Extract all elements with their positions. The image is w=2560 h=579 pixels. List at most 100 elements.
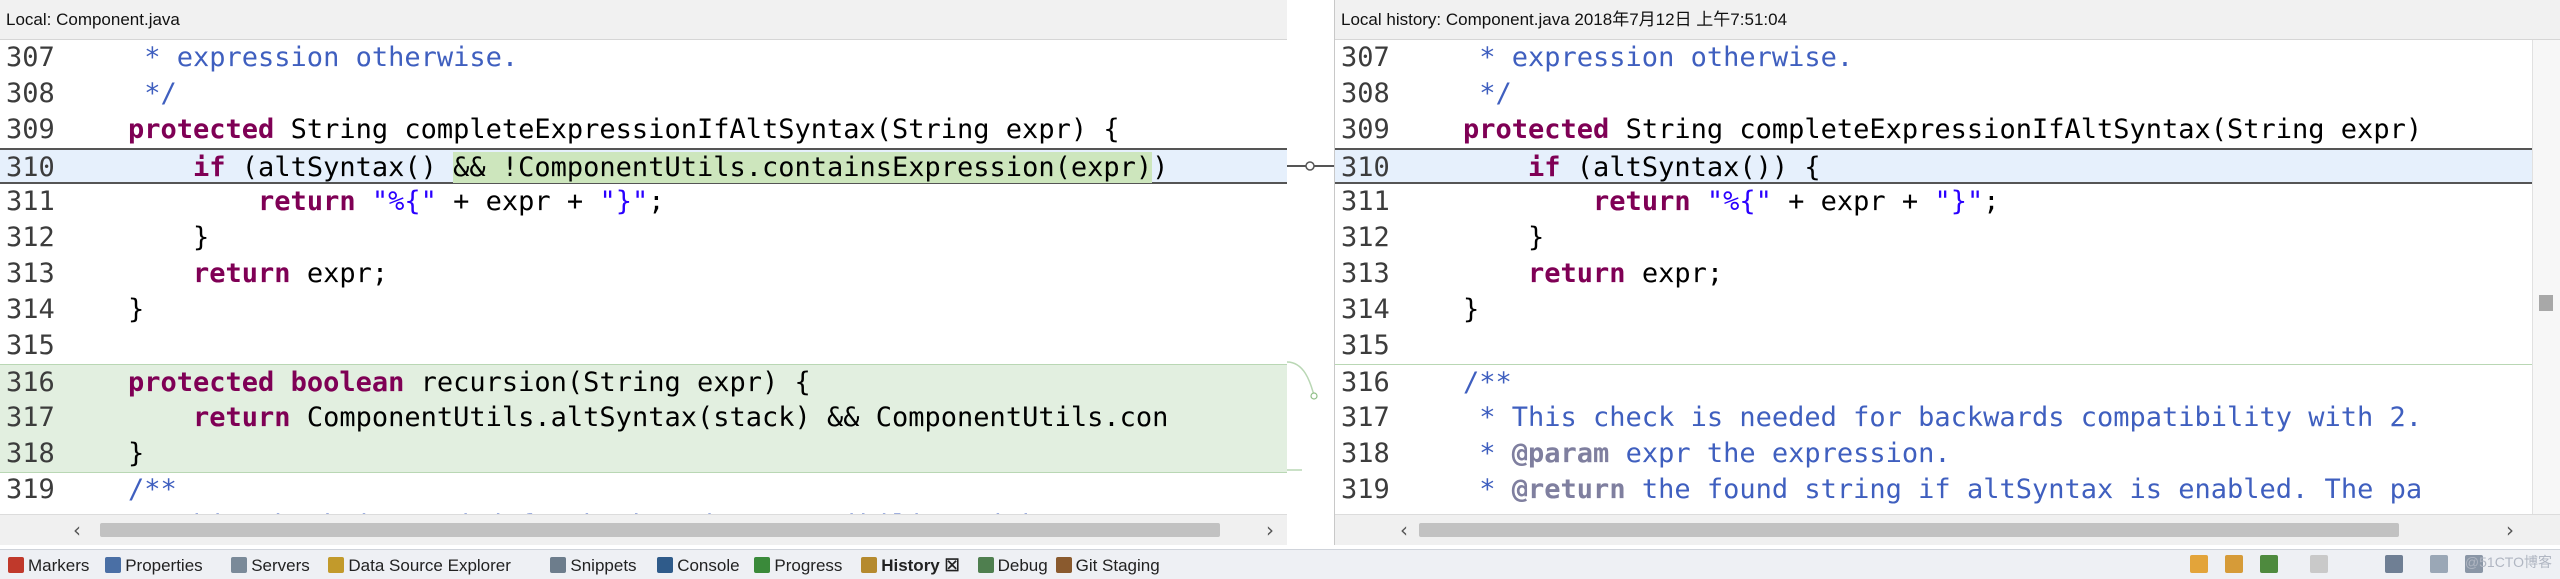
- code-text: return ComponentUtils.altSyntax(stack) &…: [128, 400, 1168, 436]
- view-tab-console[interactable]: Console: [657, 554, 740, 578]
- compare-icon[interactable]: [2260, 555, 2278, 573]
- local-history-pane: Local history: Component.java 2018年7月12日…: [1334, 0, 2560, 545]
- view-tab-label: Git Staging: [1075, 556, 1160, 575]
- code-text: return expr;: [1463, 256, 1723, 292]
- view-menu-icon[interactable]: [2430, 555, 2448, 573]
- local-horizontal-scrollbar[interactable]: ‹ ›: [0, 514, 1287, 545]
- code-line[interactable]: 319 /**: [0, 472, 1287, 508]
- code-token: * expression otherwise.: [128, 42, 519, 73]
- code-token: }: [128, 438, 145, 469]
- view-tab-markers[interactable]: Markers: [8, 554, 89, 578]
- history-horizontal-scrollbar[interactable]: ‹ ›: [1335, 514, 2560, 545]
- code-text: */: [1463, 76, 1512, 112]
- code-text: * @param expr the expression.: [1463, 436, 1950, 472]
- pin-icon[interactable]: [2385, 555, 2403, 573]
- local-code-editor[interactable]: 307 * expression otherwise. 308 */309 prot…: [0, 40, 1287, 515]
- data-source-icon: [328, 557, 345, 573]
- link-editor-icon[interactable]: [2225, 555, 2243, 573]
- view-tab-snippets[interactable]: Snippets: [550, 554, 637, 578]
- line-number: 309: [6, 114, 55, 145]
- code-line[interactable]: 308 */: [0, 76, 1287, 112]
- code-token: recursion(String expr) {: [404, 367, 811, 398]
- code-line[interactable]: 316 /**: [1335, 364, 2533, 401]
- view-tab-properties[interactable]: Properties: [105, 554, 203, 578]
- view-tab-label: Debug: [997, 556, 1048, 575]
- code-text: * @return the found string if altSyntax …: [1463, 472, 2422, 508]
- code-line[interactable]: 317 return ComponentUtils.altSyntax(stac…: [0, 400, 1287, 436]
- code-line[interactable]: 307 * expression otherwise.: [0, 40, 1287, 76]
- code-line[interactable]: 317 * This check is needed for backwards…: [1335, 400, 2533, 436]
- code-line[interactable]: 318}: [0, 436, 1287, 473]
- line-number: 317: [6, 402, 55, 433]
- view-tab-servers[interactable]: Servers: [231, 554, 310, 578]
- view-tab-debug[interactable]: Debug: [977, 554, 1048, 578]
- code-token: return: [193, 258, 291, 289]
- code-line[interactable]: 315: [0, 328, 1287, 364]
- view-tab-label: Progress: [774, 556, 843, 575]
- code-line[interactable]: 309 protected String completeExpressionIf…: [0, 112, 1287, 148]
- code-text: * This check is needed for backwards com…: [1463, 400, 2422, 436]
- code-line[interactable]: 314}: [1335, 292, 2533, 328]
- code-token: "}": [599, 186, 649, 217]
- code-line[interactable]: 313 return expr;: [0, 256, 1287, 292]
- line-number: 318: [1341, 438, 1390, 469]
- code-line[interactable]: 316 protected boolean recursion(String ex…: [0, 364, 1287, 401]
- view-tab-data-source[interactable]: Data Source Explorer: [328, 554, 511, 578]
- code-line[interactable]: 312 }: [1335, 220, 2533, 256]
- code-text: return "%{" + expr + "}";: [128, 184, 664, 220]
- code-line[interactable]: 314}: [0, 292, 1287, 328]
- code-line[interactable]: 310 if (altSyntax()) {: [1335, 148, 2533, 184]
- code-text: protected String completeExpressionIfAlt…: [128, 112, 1120, 148]
- disabled-icon: [2310, 555, 2328, 573]
- sync-icon[interactable]: [2190, 555, 2208, 573]
- code-token: *: [1463, 438, 1512, 469]
- scroll-right-icon[interactable]: ›: [2495, 515, 2525, 545]
- view-tab-git-staging[interactable]: Git Staging: [1055, 554, 1160, 578]
- code-token: expr;: [290, 258, 389, 289]
- code-line[interactable]: 318 * @param expr the expression.: [1335, 436, 2533, 472]
- code-text: /**: [1463, 365, 1512, 401]
- view-tab-label: Servers: [251, 556, 310, 575]
- scroll-left-icon[interactable]: ‹: [62, 515, 92, 545]
- line-number: 314: [6, 294, 55, 325]
- line-number: 309: [1341, 114, 1390, 145]
- line-number: 310: [1341, 152, 1390, 183]
- code-line[interactable]: 311 return "%{" + expr + "}";: [0, 184, 1287, 220]
- code-text: if (altSyntax()) {: [1463, 150, 1821, 186]
- code-token: String completeExpressionIfAltSyntax(Str…: [1609, 114, 2423, 145]
- code-token: @param: [1511, 438, 1610, 469]
- view-tab-progress[interactable]: Progress: [754, 554, 842, 578]
- code-token: expr;: [1625, 258, 1724, 289]
- code-line[interactable]: 310 if (altSyntax() && !ComponentUtils.c…: [0, 148, 1287, 184]
- overview-ruler-marker[interactable]: [2539, 295, 2553, 311]
- servers-icon: [231, 557, 248, 573]
- overview-ruler[interactable]: [2532, 40, 2560, 515]
- history-code-viewer[interactable]: 307 * expression otherwise. 308 */309 prot…: [1335, 40, 2533, 515]
- code-line[interactable]: 308 */: [1335, 76, 2533, 112]
- code-token: if: [193, 152, 226, 183]
- code-text: */: [128, 76, 177, 112]
- code-token: boolean: [290, 367, 405, 398]
- code-line[interactable]: 319 * @return the found string if altSyn…: [1335, 472, 2533, 508]
- view-tab-history[interactable]: History ☒: [861, 554, 960, 578]
- code-line[interactable]: 312 }: [0, 220, 1287, 256]
- code-line[interactable]: 307 * expression otherwise.: [1335, 40, 2533, 76]
- diff-gutter: [1286, 0, 1334, 545]
- scrollbar-thumb[interactable]: [100, 523, 1220, 537]
- code-line[interactable]: 315: [1335, 328, 2533, 364]
- scroll-left-icon[interactable]: ‹: [1389, 515, 1419, 545]
- code-line[interactable]: 313 return expr;: [1335, 256, 2533, 292]
- line-number: 312: [6, 222, 55, 253]
- code-line[interactable]: 311 return "%{" + expr + "}";: [1335, 184, 2533, 220]
- code-token: (altSyntax(): [225, 152, 454, 183]
- code-line[interactable]: 309 protected String completeExpressionIf…: [1335, 112, 2533, 148]
- scrollbar-thumb[interactable]: [1419, 523, 2399, 537]
- code-token: }: [128, 294, 145, 325]
- scroll-right-icon[interactable]: ›: [1255, 515, 1285, 545]
- code-token: */: [128, 78, 177, 109]
- line-number: 307: [1341, 42, 1390, 73]
